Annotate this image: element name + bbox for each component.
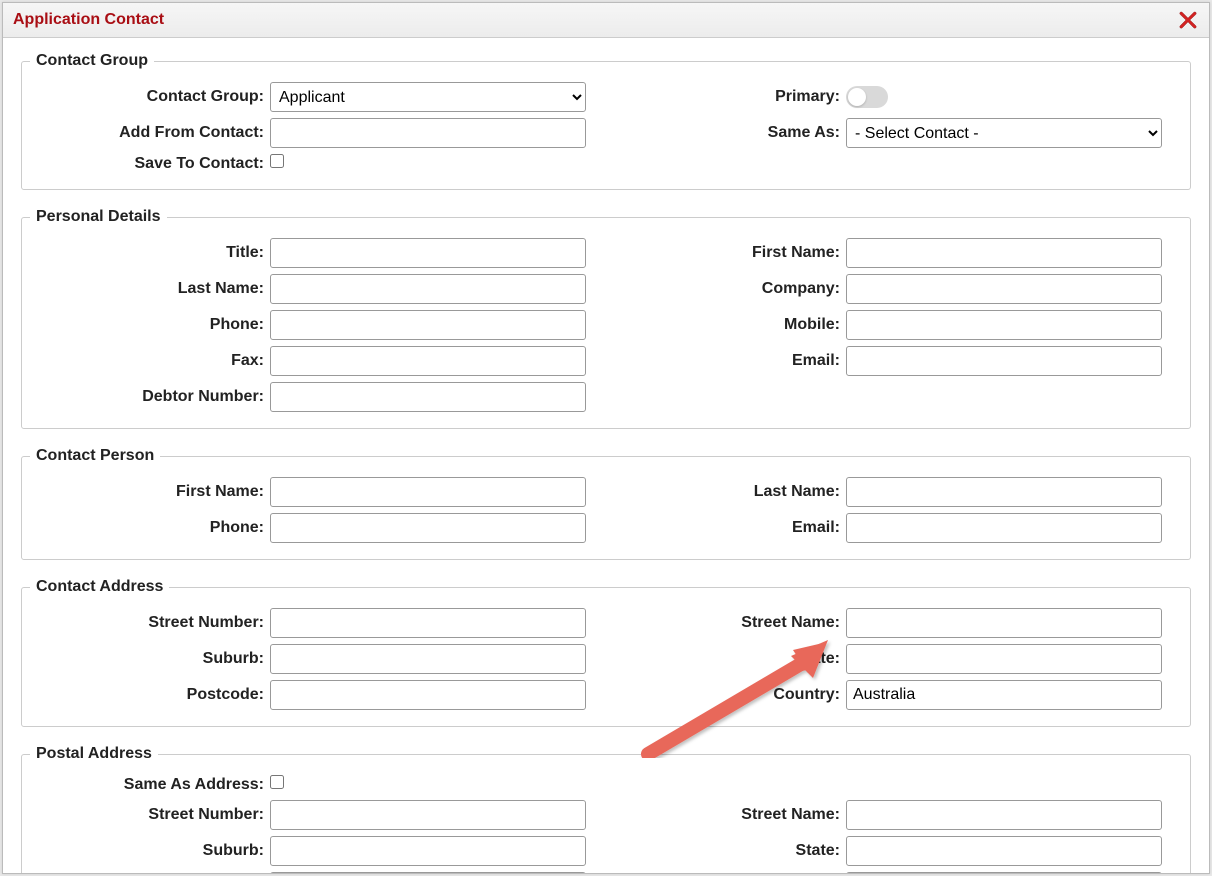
- debtor-label: Debtor Number:: [30, 388, 270, 406]
- cp-last-name-input[interactable]: [846, 477, 1162, 507]
- ca-suburb-label: Suburb:: [30, 650, 270, 668]
- ca-street-name-input[interactable]: [846, 608, 1162, 638]
- first-name-input[interactable]: [846, 238, 1162, 268]
- dialog-header: Application Contact: [3, 3, 1209, 38]
- company-input[interactable]: [846, 274, 1162, 304]
- cp-phone-input[interactable]: [270, 513, 586, 543]
- contact-group-select[interactable]: Applicant: [270, 82, 586, 112]
- phone-input[interactable]: [270, 310, 586, 340]
- pa-postcode-input[interactable]: [270, 872, 586, 873]
- title-input[interactable]: [270, 238, 586, 268]
- pa-street-name-input[interactable]: [846, 800, 1162, 830]
- add-from-contact-label: Add From Contact:: [30, 124, 270, 142]
- legend-personal: Personal Details: [30, 208, 167, 226]
- ca-street-number-input[interactable]: [270, 608, 586, 638]
- ca-postcode-label: Postcode:: [30, 686, 270, 704]
- title-label: Title:: [30, 244, 270, 262]
- close-icon: [1177, 9, 1199, 31]
- primary-label: Primary:: [606, 88, 846, 106]
- cp-phone-label: Phone:: [30, 519, 270, 537]
- cp-first-name-label: First Name:: [30, 483, 270, 501]
- ca-country-input[interactable]: [846, 680, 1162, 710]
- cp-email-label: Email:: [606, 519, 846, 537]
- ca-country-label: Country:: [606, 686, 846, 704]
- cp-email-input[interactable]: [846, 513, 1162, 543]
- pa-street-number-input[interactable]: [270, 800, 586, 830]
- fieldset-contact-group: Contact Group Contact Group: Applicant P…: [21, 52, 1191, 190]
- fax-input[interactable]: [270, 346, 586, 376]
- fax-label: Fax:: [30, 352, 270, 370]
- fieldset-contact-person: Contact Person First Name: Last Name: Ph…: [21, 447, 1191, 560]
- fieldset-postal-address: Postal Address Same As Address: Street N…: [21, 745, 1191, 873]
- pa-same-as-label: Same As Address:: [30, 776, 270, 794]
- legend-contact-address: Contact Address: [30, 578, 169, 596]
- pa-country-input[interactable]: [846, 872, 1162, 873]
- same-as-select[interactable]: - Select Contact -: [846, 118, 1162, 148]
- pa-same-as-checkbox[interactable]: [270, 775, 284, 789]
- fieldset-personal-details: Personal Details Title: First Name: Last…: [21, 208, 1191, 429]
- ca-suburb-input[interactable]: [270, 644, 586, 674]
- legend-postal-address: Postal Address: [30, 745, 158, 763]
- pa-suburb-label: Suburb:: [30, 842, 270, 860]
- debtor-input[interactable]: [270, 382, 586, 412]
- same-as-label: Same As:: [606, 124, 846, 142]
- ca-street-name-label: Street Name:: [606, 614, 846, 632]
- phone-label: Phone:: [30, 316, 270, 334]
- email-label: Email:: [606, 352, 846, 370]
- pa-suburb-input[interactable]: [270, 836, 586, 866]
- company-label: Company:: [606, 280, 846, 298]
- mobile-label: Mobile:: [606, 316, 846, 334]
- cp-last-name-label: Last Name:: [606, 483, 846, 501]
- primary-toggle[interactable]: [846, 86, 888, 108]
- first-name-label: First Name:: [606, 244, 846, 262]
- email-input[interactable]: [846, 346, 1162, 376]
- pa-state-label: State:: [606, 842, 846, 860]
- application-contact-dialog: Application Contact Contact Group Contac…: [2, 2, 1210, 874]
- add-from-contact-input[interactable]: [270, 118, 586, 148]
- ca-state-label: State:: [606, 650, 846, 668]
- cp-first-name-input[interactable]: [270, 477, 586, 507]
- pa-street-number-label: Street Number:: [30, 806, 270, 824]
- close-button[interactable]: [1177, 9, 1199, 31]
- last-name-input[interactable]: [270, 274, 586, 304]
- last-name-label: Last Name:: [30, 280, 270, 298]
- mobile-input[interactable]: [846, 310, 1162, 340]
- ca-street-number-label: Street Number:: [30, 614, 270, 632]
- pa-state-input[interactable]: [846, 836, 1162, 866]
- legend-contact-person: Contact Person: [30, 447, 160, 465]
- ca-postcode-input[interactable]: [270, 680, 586, 710]
- save-to-contact-label: Save To Contact:: [30, 155, 270, 173]
- save-to-contact-checkbox[interactable]: [270, 154, 284, 168]
- pa-street-name-label: Street Name:: [606, 806, 846, 824]
- legend-contact-group: Contact Group: [30, 52, 154, 70]
- ca-state-input[interactable]: [846, 644, 1162, 674]
- dialog-title: Application Contact: [13, 11, 164, 29]
- fieldset-contact-address: Contact Address Street Number: Street Na…: [21, 578, 1191, 727]
- dialog-body: Contact Group Contact Group: Applicant P…: [3, 38, 1209, 873]
- contact-group-label: Contact Group:: [30, 88, 270, 106]
